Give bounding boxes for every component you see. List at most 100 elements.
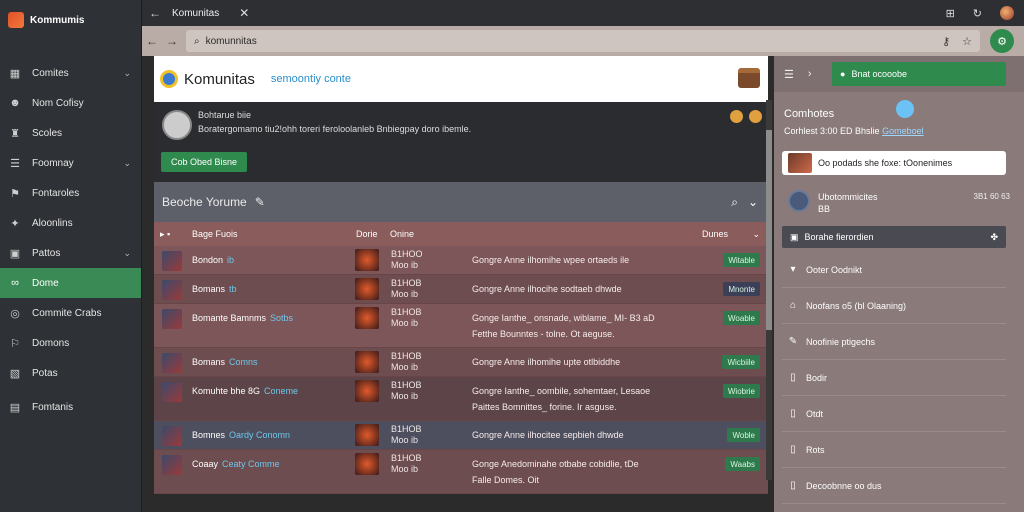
- list-item-label: Ooter Oodnikt: [806, 264, 863, 275]
- status-badge[interactable]: Woble: [727, 428, 760, 442]
- row-thumbnail: [162, 251, 182, 271]
- stat-line: Moo ib: [391, 435, 419, 445]
- key-icon[interactable]: ⚷: [942, 35, 950, 48]
- row-tag[interactable]: Coneme: [264, 386, 298, 396]
- notice-card[interactable]: Oo podads she foxe: tOonenimes: [782, 151, 1006, 175]
- status-badge[interactable]: Waabs: [725, 457, 760, 471]
- chevron-down-icon: ⌄: [123, 67, 131, 78]
- pin-icon[interactable]: ✎: [255, 195, 265, 209]
- chevron-right-icon[interactable]: ›: [808, 68, 812, 80]
- col-header-3[interactable]: Onine: [390, 229, 414, 239]
- scrollbar[interactable]: [766, 100, 772, 480]
- row-tag[interactable]: tb: [229, 284, 237, 294]
- back-icon[interactable]: ←: [142, 34, 162, 48]
- status-badge[interactable]: Witable: [723, 253, 760, 267]
- puzzle-icon[interactable]: ✤: [990, 232, 998, 243]
- sidebar-item-0[interactable]: ▦ Comites ⌄: [0, 58, 141, 88]
- section-title: Comhotes: [784, 108, 835, 120]
- profile-avatar[interactable]: [1000, 6, 1014, 20]
- sidebar-item-7[interactable]: ∞ Dome: [0, 268, 141, 298]
- chevron-down-icon[interactable]: ⌄: [748, 195, 758, 210]
- sidebar-item-10[interactable]: ▧ Potas: [0, 358, 141, 388]
- url-input[interactable]: ⌕ komunnitas ⚷ ☆: [186, 30, 980, 52]
- table-row[interactable]: Bomante Bamnms Sotbs B1HOB Moo ib Gonge Ia…: [154, 304, 768, 348]
- forward-icon[interactable]: →: [162, 34, 182, 48]
- image-icon: ▧: [9, 367, 21, 380]
- bookmark-star-icon[interactable]: ☆: [962, 35, 972, 48]
- game-thumbnail: [355, 380, 379, 402]
- list-item[interactable]: ▯ Decoobnne oo dus: [782, 468, 1006, 504]
- row-tag[interactable]: Ceaty Comme: [222, 459, 280, 469]
- join-button[interactable]: Cob Obed Bisne: [161, 152, 248, 172]
- row-description: Gonge Ianthe_ onsnade, wiblame_ MI- B3 a…: [472, 313, 655, 323]
- list-item[interactable]: ▯ Otdt: [782, 396, 1006, 432]
- right-panel-tab[interactable]: ● Bnat ocooobe: [832, 62, 1006, 86]
- row-thumbnail: [162, 382, 182, 402]
- col-header-4[interactable]: Dunes: [702, 229, 728, 239]
- community-item[interactable]: Ubotommicites BB 3B1 60 63: [788, 190, 1010, 220]
- row-tag[interactable]: Oardy Conomn: [229, 430, 290, 440]
- status-badge[interactable]: Wicbiile: [722, 355, 760, 369]
- col-header-1[interactable]: Bage Fuois: [192, 229, 238, 239]
- row-tag[interactable]: ib: [227, 255, 234, 265]
- chevron-down-icon[interactable]: ⌄: [752, 229, 760, 240]
- stat-line: Moo ib: [391, 464, 419, 474]
- sidebar-item-5[interactable]: ✦ Aloonlins: [0, 208, 141, 238]
- list-item[interactable]: ▯ Bodir: [782, 360, 1006, 396]
- search-label[interactable]: Beoche Yorume: [162, 195, 247, 209]
- table-row[interactable]: Komuhte bhe 8G Coneme B1HOB Moo ib Gongre …: [154, 377, 768, 421]
- profile-icons: [730, 110, 762, 123]
- list-item[interactable]: ⌂ Noofans o5 (bl Olaaning): [782, 288, 1006, 324]
- col-header-2[interactable]: Dorie: [356, 229, 378, 239]
- list-item[interactable]: ▾ Ooter Oodnikt: [782, 252, 1006, 288]
- menu-icon[interactable]: ☰: [784, 68, 794, 81]
- status-badge[interactable]: Woable: [723, 311, 760, 325]
- scrollbar-thumb[interactable]: [766, 130, 772, 330]
- coin-icon[interactable]: [730, 110, 743, 123]
- table-row[interactable]: Bomnes Oardy Conomn B1HOB Moo ib Gongre An…: [154, 421, 768, 450]
- site-logo-icon[interactable]: [160, 70, 178, 88]
- section-subtitle: Corhlest 3:00 ED Bhslie Gomeboel: [784, 126, 924, 136]
- status-badge[interactable]: Mnonte: [723, 282, 760, 296]
- settings-icon[interactable]: [749, 110, 762, 123]
- filter-bar[interactable]: ▣ Borahe fierordien ✤: [782, 226, 1006, 248]
- chat-bubble-icon[interactable]: [896, 100, 914, 118]
- brand[interactable]: Kommumis: [0, 0, 141, 40]
- apps-grid-icon[interactable]: ⊞: [946, 7, 955, 20]
- refresh-icon[interactable]: ↻: [973, 7, 982, 20]
- doc-icon: ▯: [790, 480, 796, 491]
- checkbox-icon[interactable]: ▣: [790, 232, 799, 243]
- chevron-down-icon: ⌄: [123, 157, 131, 168]
- table-row[interactable]: Coaay Ceaty Comme B1HOB Moo ib Gonge Anedo…: [154, 450, 768, 494]
- grid-icon: ▦: [9, 67, 21, 80]
- main-content: Komunitas semoontiy conte Bohtarue biie …: [154, 56, 768, 512]
- list-item[interactable]: ▯ Rots: [782, 432, 1006, 468]
- close-tab-icon[interactable]: ✕: [239, 6, 249, 20]
- back-arrow-icon[interactable]: ←: [142, 6, 168, 20]
- sidebar-item-9[interactable]: ⚐ Domons: [0, 328, 141, 358]
- search-icon[interactable]: ⌕: [731, 195, 738, 210]
- row-tag[interactable]: Sotbs: [270, 313, 293, 323]
- status-badge[interactable]: Wiobrie: [722, 384, 760, 398]
- sidebar-item-8[interactable]: ◎ Commite Crabs: [0, 298, 141, 328]
- play-icon[interactable]: ▸ ▪: [160, 229, 170, 240]
- sidebar-item-6[interactable]: ▣ Pattos ⌄: [0, 238, 141, 268]
- sidebar-item-11[interactable]: ▤ Fomtanis: [0, 392, 141, 422]
- community-name: Ubotommicites: [818, 192, 878, 202]
- treasure-chest-icon[interactable]: [738, 68, 760, 88]
- row-tag[interactable]: Comns: [229, 357, 258, 367]
- row-thumbnail: [162, 280, 182, 300]
- row-thumbnail: [162, 309, 182, 329]
- tab-title[interactable]: Komunitas: [168, 8, 219, 19]
- table-row[interactable]: Bomans Comns B1HOB Moo ib Gongre Anne ilho…: [154, 348, 768, 377]
- sidebar-item-1[interactable]: ☻ Nom Cofisy: [0, 88, 141, 118]
- avatar[interactable]: [162, 110, 192, 140]
- sidebar-item-3[interactable]: ☰ Foomnay ⌄: [0, 148, 141, 178]
- sidebar-item-2[interactable]: ♜ Scoles: [0, 118, 141, 148]
- subtitle-link[interactable]: Gomeboel: [882, 126, 924, 136]
- sidebar-item-4[interactable]: ⚑ Fontaroles: [0, 178, 141, 208]
- extension-icon[interactable]: ⚙: [990, 29, 1014, 53]
- table-row[interactable]: Bomans tb B1HOB Moo ib Gongre Anne ilhocih…: [154, 275, 768, 304]
- list-item[interactable]: ✎ Noofinie ptigechs: [782, 324, 1006, 360]
- table-row[interactable]: Bondon ib B1HOO Moo ib Gongre Anne ilhomih…: [154, 246, 768, 275]
